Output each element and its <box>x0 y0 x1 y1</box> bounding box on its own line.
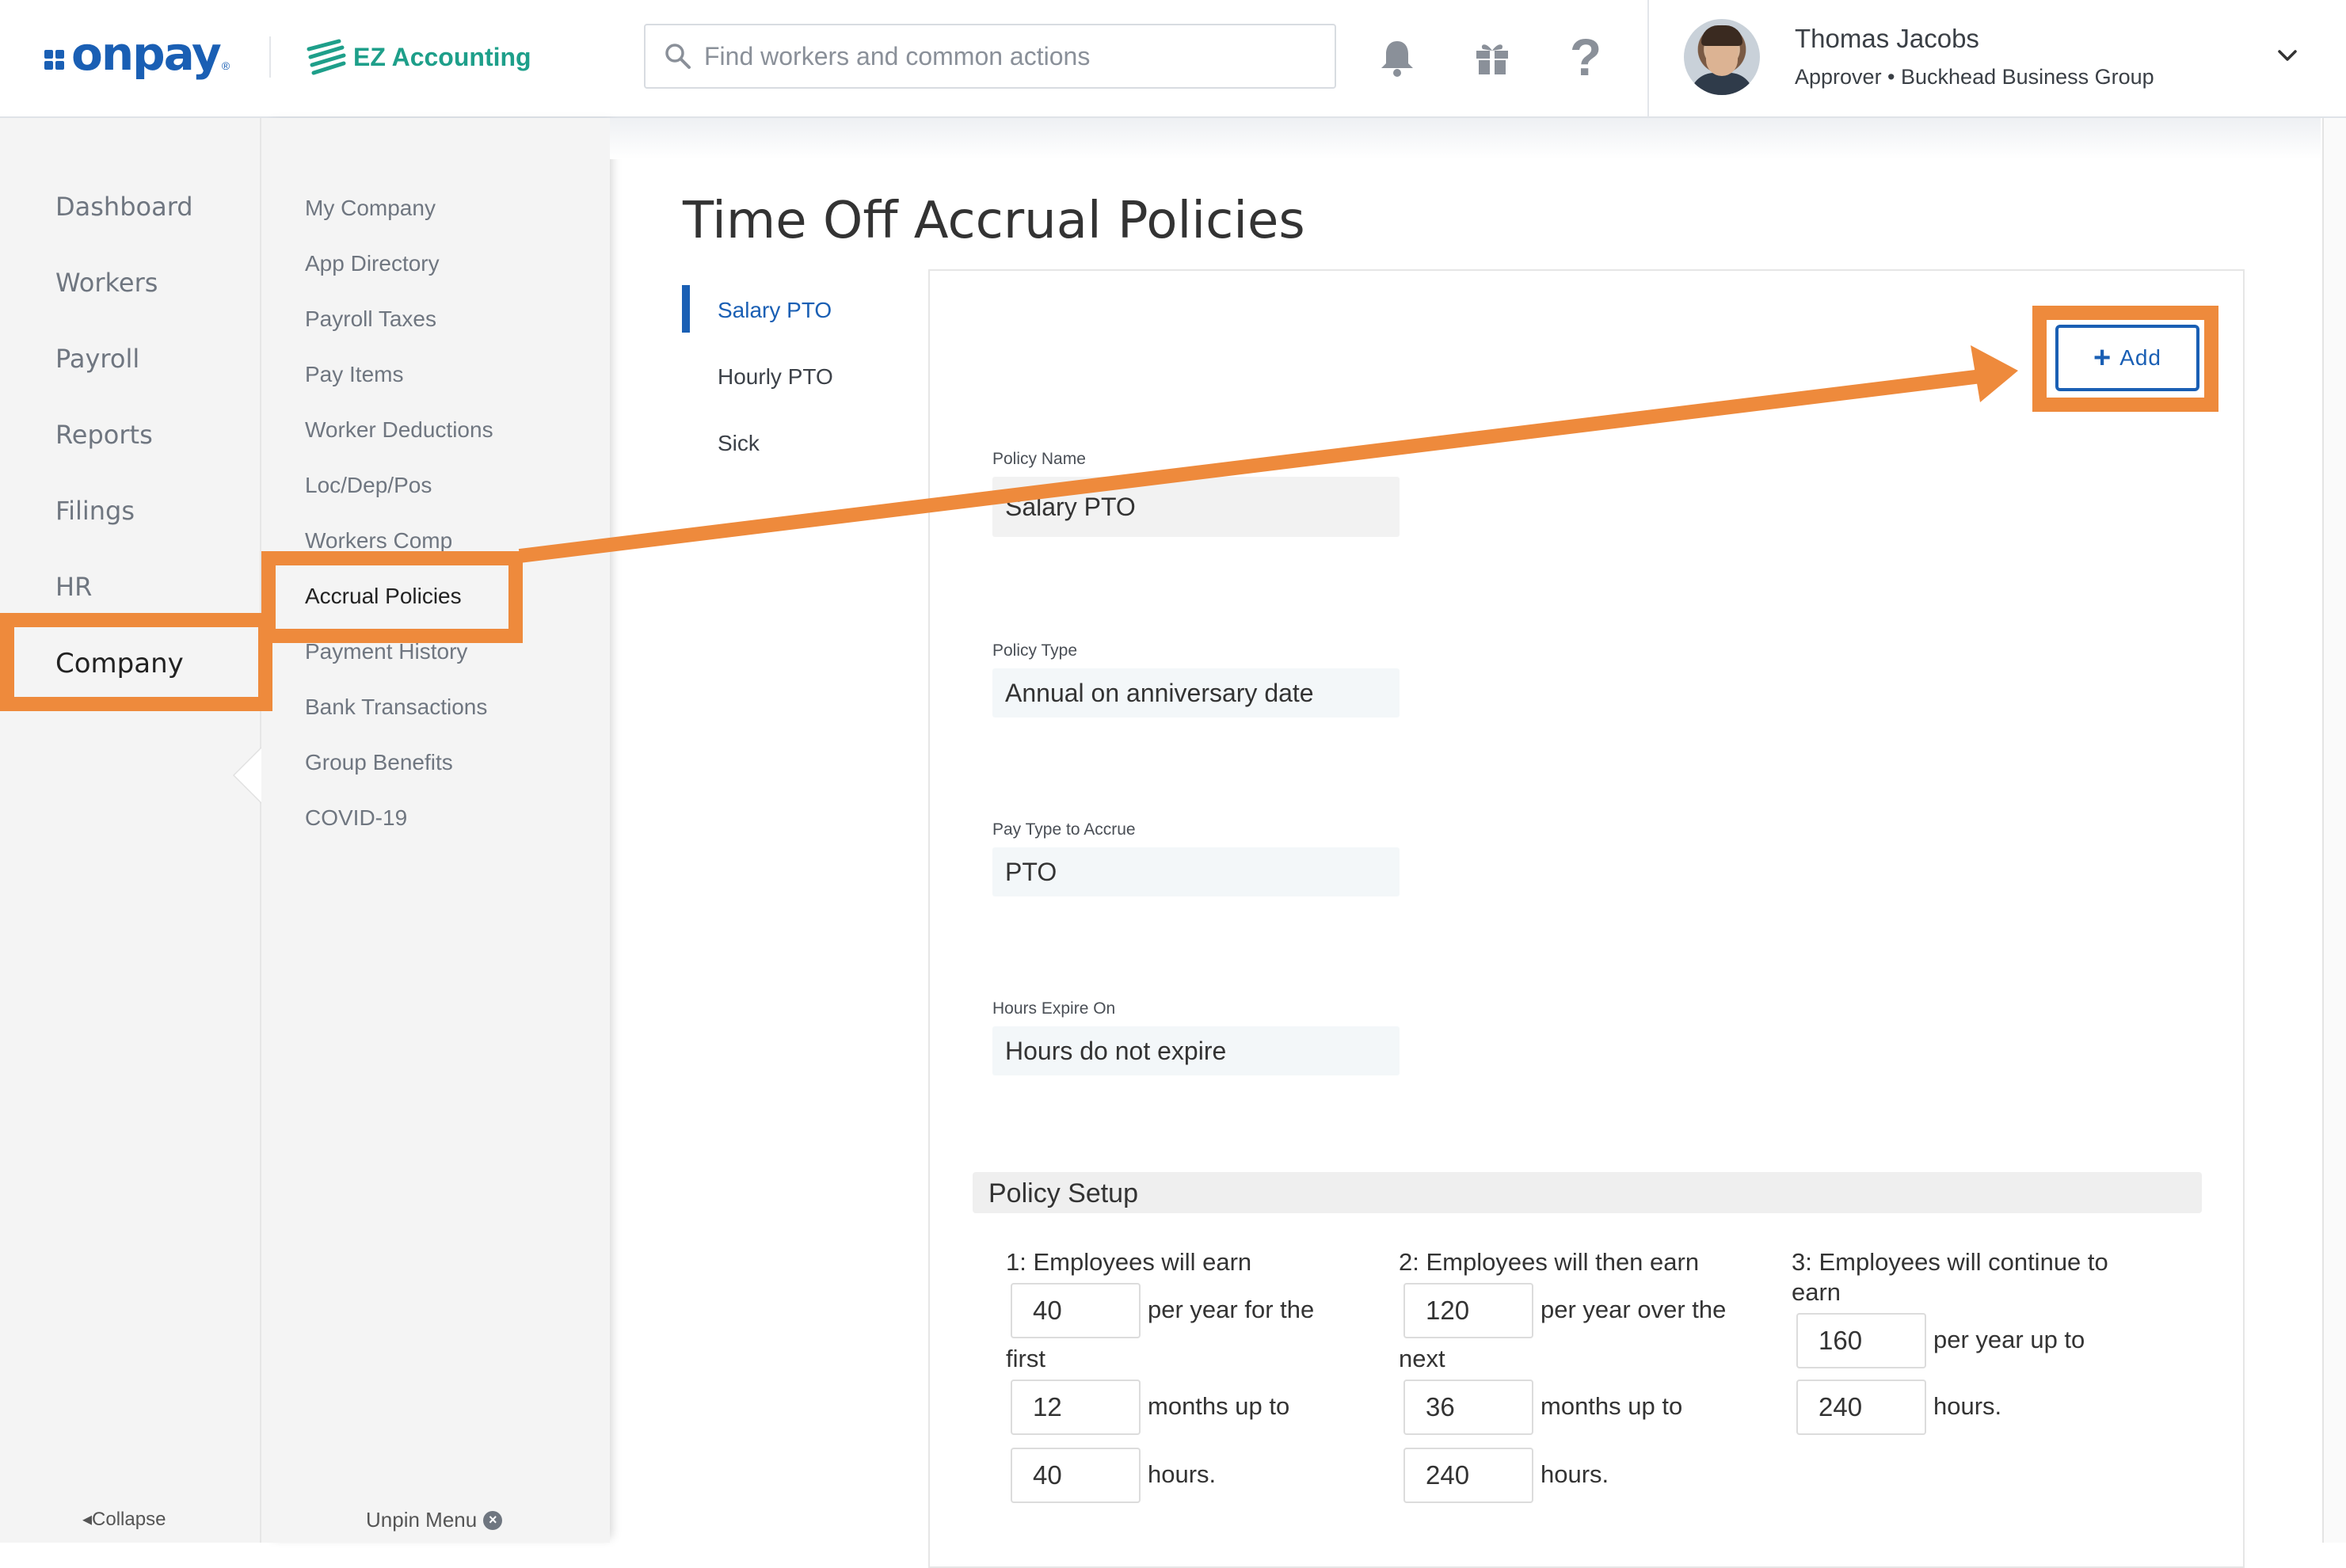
chevron-left-icon: ◂ <box>82 1509 93 1530</box>
tier2-months-suffix: months up to <box>1541 1392 1683 1420</box>
tab-salary-pto[interactable]: Salary PTO <box>718 298 832 323</box>
subnav-bank-transactions[interactable]: Bank Transactions <box>305 695 487 720</box>
pay-type-field[interactable]: PTO <box>992 847 1400 896</box>
logo-dots-icon <box>44 49 67 70</box>
tier3-rate-suffix: per year up to <box>1933 1326 2085 1353</box>
secondary-nav: My Company App Directory Payroll Taxes P… <box>261 118 610 1543</box>
policy-type-label: Policy Type <box>992 641 1077 660</box>
subnav-group-benefits[interactable]: Group Benefits <box>305 750 453 775</box>
accrual-policies-highlight-box <box>261 551 523 643</box>
help-icon[interactable]: ? <box>1563 28 1608 86</box>
help-glyph: ? <box>1569 28 1602 86</box>
tier3-heading-line2: earn <box>1792 1278 1841 1306</box>
policy-type-field[interactable]: Annual on anniversary date <box>992 668 1400 717</box>
subnav-payroll-taxes[interactable]: Payroll Taxes <box>305 306 436 332</box>
tier2-cap-input[interactable] <box>1403 1448 1533 1503</box>
avatar[interactable] <box>1684 19 1760 95</box>
tier1-rate-suffix: per year for the <box>1148 1296 1315 1323</box>
search-box[interactable] <box>644 24 1336 89</box>
partner-logo: EZ Accounting <box>304 32 531 82</box>
gift-icon[interactable] <box>1470 35 1514 79</box>
bell-icon[interactable] <box>1375 35 1419 79</box>
tier1-rate-input[interactable] <box>1011 1283 1141 1338</box>
tab-hourly-pto[interactable]: Hourly PTO <box>718 364 833 390</box>
tier1-period-word: first <box>1006 1345 1045 1372</box>
nav-payroll[interactable]: Payroll <box>55 344 139 374</box>
tier1-heading: 1: Employees will earn <box>1006 1248 1252 1276</box>
policy-panel <box>928 269 2245 1568</box>
tier1-cap-suffix: hours. <box>1148 1460 1217 1488</box>
tier3-cap-input[interactable] <box>1796 1380 1926 1435</box>
onpay-logo[interactable]: onpay ® <box>44 29 230 79</box>
subnav-workers-comp[interactable]: Workers Comp <box>305 528 452 554</box>
content-top-shadow <box>610 118 2321 159</box>
collapse-label: Collapse <box>92 1509 166 1530</box>
collapse-button[interactable]: ◂Collapse <box>82 1508 166 1531</box>
unpin-menu-label: Unpin Menu <box>366 1508 478 1532</box>
active-tab-indicator <box>682 285 690 333</box>
hours-expire-label: Hours Expire On <box>992 999 1116 1018</box>
primary-nav <box>0 118 261 1543</box>
nav-reports[interactable]: Reports <box>55 420 153 450</box>
tier1-months-input[interactable] <box>1011 1380 1141 1435</box>
tier2-heading: 2: Employees will then earn <box>1399 1248 1700 1276</box>
user-role: Approver • Buckhead Business Group <box>1795 65 2154 89</box>
tier2-months-input[interactable] <box>1403 1380 1533 1435</box>
add-button-highlight-box <box>2032 306 2218 412</box>
partner-logo-text: EZ Accounting <box>353 42 531 71</box>
top-header: onpay ® EZ Accounting ? <box>0 0 2346 118</box>
ez-accounting-icon <box>307 39 346 75</box>
tier2-rate-suffix: per year over the <box>1541 1296 1727 1323</box>
tier1-months-suffix: months up to <box>1148 1392 1290 1420</box>
tier3-cap-suffix: hours. <box>1933 1392 2002 1420</box>
logo-registered-mark: ® <box>221 59 230 72</box>
header-divider <box>269 36 271 78</box>
close-circle-icon: × <box>483 1510 503 1530</box>
subnav-pay-items[interactable]: Pay Items <box>305 362 403 387</box>
logo-text: onpay <box>71 27 222 81</box>
nav-workers[interactable]: Workers <box>55 268 158 298</box>
subnav-worker-deductions[interactable]: Worker Deductions <box>305 417 493 443</box>
company-highlight-box <box>0 613 272 711</box>
chevron-down-icon[interactable] <box>2273 41 2302 70</box>
policy-setup-title: Policy Setup <box>988 1178 1138 1208</box>
search-icon <box>665 44 691 69</box>
subnav-app-directory[interactable]: App Directory <box>305 251 440 276</box>
pay-type-label: Pay Type to Accrue <box>992 820 1136 839</box>
subnav-covid-19[interactable]: COVID-19 <box>305 805 407 831</box>
nav-filings[interactable]: Filings <box>55 496 135 526</box>
nav-hr[interactable]: HR <box>55 572 92 602</box>
policy-name-label: Policy Name <box>992 450 1086 468</box>
unpin-menu-button[interactable]: Unpin Menu × <box>366 1508 503 1532</box>
tier2-cap-suffix: hours. <box>1541 1460 1609 1488</box>
policy-setup-header <box>973 1172 2202 1213</box>
tier1-cap-input[interactable] <box>1011 1448 1141 1503</box>
tier3-heading-line1: 3: Employees will continue to <box>1792 1248 2108 1276</box>
subnav-my-company[interactable]: My Company <box>305 196 436 221</box>
policy-name-field[interactable]: Salary PTO <box>992 477 1400 537</box>
tier2-period-word: next <box>1399 1345 1445 1372</box>
tier2-rate-input[interactable] <box>1403 1283 1533 1338</box>
tab-sick[interactable]: Sick <box>718 431 760 456</box>
scrollbar[interactable] <box>2322 118 2346 1543</box>
search-input[interactable] <box>703 40 1323 72</box>
active-caret <box>234 748 261 802</box>
subnav-loc-dep-pos[interactable]: Loc/Dep/Pos <box>305 473 432 498</box>
page-title: Time Off Accrual Policies <box>683 192 1305 250</box>
hours-expire-field[interactable]: Hours do not expire <box>992 1026 1400 1075</box>
user-name: Thomas Jacobs <box>1795 24 1979 53</box>
tier3-rate-input[interactable] <box>1796 1313 1926 1368</box>
user-divider <box>1647 0 1649 117</box>
nav-dashboard[interactable]: Dashboard <box>55 192 193 222</box>
